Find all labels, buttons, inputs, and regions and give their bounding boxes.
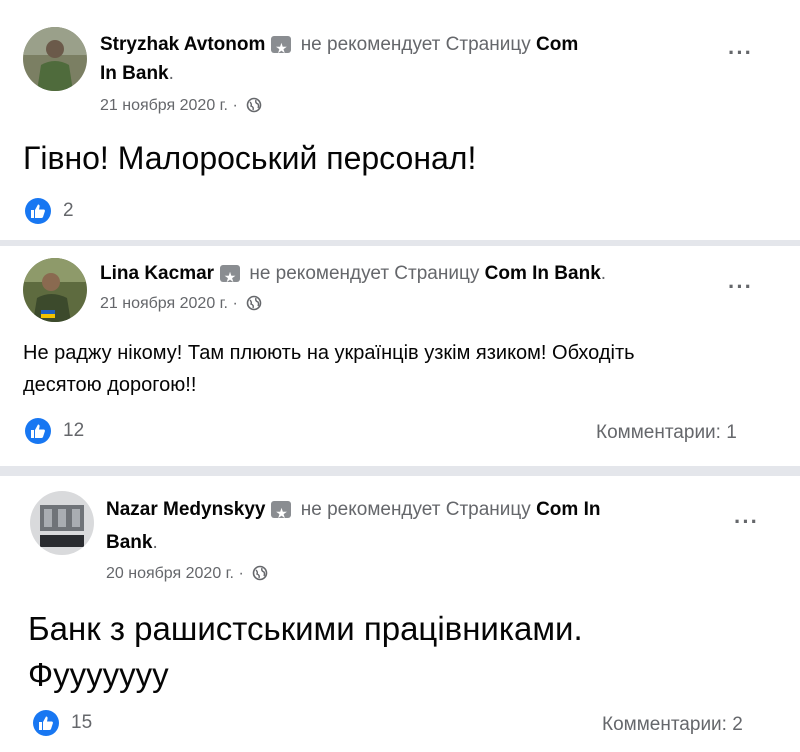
page-link[interactable]: Com In: [536, 499, 600, 520]
page-link-continued[interactable]: Bank: [106, 532, 152, 553]
date-link[interactable]: 21 ноября 2020 г. ·: [100, 97, 238, 114]
review-post-1: Stryzhak Avtonom не рекомендует Страницу…: [0, 0, 800, 240]
post-header: Nazar Medynskyy не рекомендует Страницу …: [106, 495, 600, 528]
post-header-continued: In Bank.: [100, 63, 174, 84]
reactions-count[interactable]: 15: [33, 710, 92, 736]
post-date: 20 ноября 2020 г. ·: [106, 565, 268, 583]
star-badge-icon: [271, 499, 292, 528]
date-link[interactable]: 21 ноября 2020 г. ·: [100, 295, 238, 312]
thumbs-up-icon: [25, 418, 51, 444]
recommendation-action: не рекомендует Страницу: [300, 499, 531, 520]
more-options-button[interactable]: ···: [734, 509, 759, 535]
author-name[interactable]: Lina Kacmar: [100, 263, 214, 284]
review-post-2: Lina Kacmar не рекомендует Страницу Com …: [0, 246, 800, 466]
date-link[interactable]: 20 ноября 2020 г. ·: [106, 565, 244, 582]
globe-icon: [246, 97, 262, 113]
post-text: Гівно! Малороський персонал!: [23, 140, 477, 176]
reactions-count[interactable]: 12: [25, 418, 84, 444]
avatar[interactable]: [23, 27, 87, 91]
comments-count-link[interactable]: Комментарии: 2: [602, 714, 743, 736]
page-link-continued[interactable]: In Bank: [100, 63, 169, 84]
avatar[interactable]: [23, 258, 87, 322]
star-badge-icon: [271, 34, 292, 63]
likes-count: 2: [63, 200, 74, 221]
avatar[interactable]: [30, 491, 94, 555]
more-options-button[interactable]: ···: [728, 274, 753, 300]
star-badge-icon: [220, 263, 241, 292]
page-link[interactable]: Com In Bank: [485, 263, 601, 284]
more-options-button[interactable]: ···: [728, 40, 753, 66]
post-text: Не раджу нікому! Там плюють на українців…: [23, 337, 635, 401]
thumbs-up-icon: [33, 710, 59, 736]
post-header: Stryzhak Avtonom не рекомендует Страницу…: [100, 30, 578, 63]
author-name[interactable]: Nazar Medynskyy: [106, 499, 265, 520]
post-date: 21 ноября 2020 г. ·: [100, 97, 262, 115]
post-text-line: Фууууууу: [28, 656, 169, 693]
author-name[interactable]: Stryzhak Avtonom: [100, 34, 265, 55]
separator: [0, 466, 800, 476]
likes-count: 12: [63, 420, 85, 441]
comments-count-link[interactable]: Комментарии: 1: [596, 422, 737, 444]
post-text-line: Не раджу нікому! Там плюють на українців…: [23, 342, 635, 364]
globe-icon: [246, 295, 262, 311]
reactions-count[interactable]: 2: [25, 198, 74, 224]
post-header-continued: Bank.: [106, 532, 158, 553]
thumbs-up-icon: [25, 198, 51, 224]
post-date: 21 ноября 2020 г. ·: [100, 295, 262, 313]
recommendation-action: не рекомендует Страницу: [249, 263, 480, 284]
recommendation-action: не рекомендует Страницу: [300, 34, 531, 55]
post-text: Банк з рашистськими працівниками. Фууууу…: [28, 606, 583, 698]
post-text-line: десятою дорогою!!: [23, 374, 197, 396]
review-post-3: Nazar Medynskyy не рекомендует Страницу …: [0, 476, 800, 752]
globe-icon: [252, 565, 268, 581]
post-header: Lina Kacmar не рекомендует Страницу Com …: [100, 259, 606, 292]
page-link[interactable]: Com: [536, 34, 578, 55]
likes-count: 15: [71, 712, 93, 733]
post-text-line: Банк з рашистськими працівниками.: [28, 610, 583, 647]
